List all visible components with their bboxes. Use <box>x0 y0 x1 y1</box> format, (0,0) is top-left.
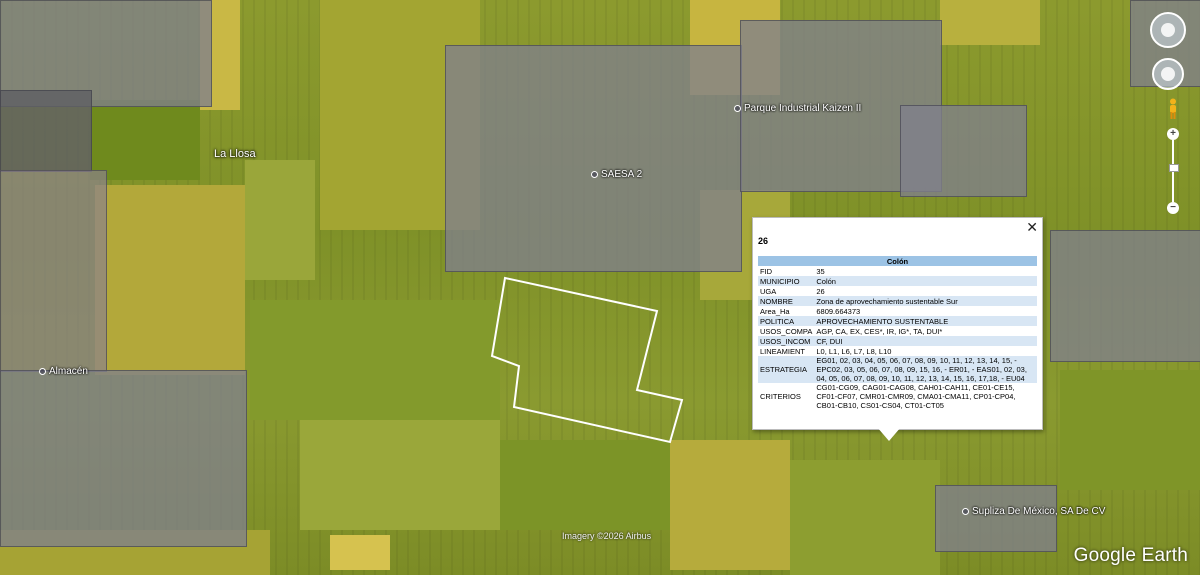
place-marker[interactable]: Almacén <box>39 366 88 377</box>
attribute-value: EG01, 02, 03, 04, 05, 06, 07, 08, 09, 10… <box>814 356 1037 383</box>
attribute-table-header: Colón <box>758 256 1037 266</box>
attribute-value: AGP, CA, EX, CES*, IR, IG*, TA, DUI* <box>814 326 1037 336</box>
attribute-table: Colón FID 35 MUNICIPIO Colón UGA 26 NOMBRE Zona… <box>758 256 1037 410</box>
attribute-row: UGA 26 <box>758 286 1037 296</box>
place-pin-icon <box>39 368 46 375</box>
attribute-key: CRITERIOS <box>758 383 815 410</box>
attribute-key: MUNICIPIO <box>758 276 815 286</box>
attribute-row: ESTRATEGIA EG01, 02, 03, 04, 05, 06, 07, … <box>758 356 1037 383</box>
attribute-row: LINEAMIENT L0, L1, L6, L7, L8, L10 <box>758 346 1037 356</box>
attribute-row: MUNICIPIO Colón <box>758 276 1037 286</box>
attribute-key: FID <box>758 266 815 276</box>
place-pin-icon <box>962 508 969 515</box>
attribute-key: Area_Ha <box>758 306 815 316</box>
look-around-icon[interactable] <box>1150 12 1186 48</box>
attribute-key: UGA <box>758 286 815 296</box>
satellite-map[interactable]: Parque Industrial Kaizen II SAESA 2 Alma… <box>0 0 1200 575</box>
place-pin-icon <box>734 105 741 112</box>
zoom-in-button[interactable]: + <box>1167 128 1179 140</box>
attribute-value: 35 <box>814 266 1037 276</box>
attribute-row: USOS_COMPA AGP, CA, EX, CES*, IR, IG*, TA… <box>758 326 1037 336</box>
attribute-key: LINEAMIENT <box>758 346 815 356</box>
attribute-row: FID 35 <box>758 266 1037 276</box>
attribute-row: CRITERIOS CG01-CG09, CAG01-CAG08, CAH01-C… <box>758 383 1037 410</box>
town-label: La Llosa <box>214 148 256 160</box>
attribute-key: NOMBRE <box>758 296 815 306</box>
attribute-value: APROVECHAMIENTO SUSTENTABLE <box>814 316 1037 326</box>
place-label: Parque Industrial Kaizen II <box>744 103 862 114</box>
attribute-row: NOMBRE Zona de aprovechamiento sustentabl… <box>758 296 1037 306</box>
place-label: Almacén <box>49 366 88 377</box>
attribute-table-body: FID 35 MUNICIPIO Colón UGA 26 NOMBRE Zona de ap… <box>758 266 1037 410</box>
attribute-value: Colón <box>814 276 1037 286</box>
attribute-value: Zona de aprovechamiento sustentable Sur <box>814 296 1037 306</box>
attribute-key: USOS_COMPA <box>758 326 815 336</box>
attribute-row: Area_Ha 6809.664373 <box>758 306 1037 316</box>
attribute-value: CG01-CG09, CAG01-CAG08, CAH01-CAH11, CE0… <box>814 383 1037 410</box>
attribute-key: ESTRATEGIA <box>758 356 815 383</box>
attribute-value: 6809.664373 <box>814 306 1037 316</box>
attribute-value: 26 <box>814 286 1037 296</box>
info-balloon: ✕ 26 Colón FID 35 MUNICIPIO Colón UGA 26 NOMBR… <box>752 217 1043 430</box>
place-label: SAESA 2 <box>601 169 643 180</box>
attribute-value: L0, L1, L6, L7, L8, L10 <box>814 346 1037 356</box>
attribute-key: POLITICA <box>758 316 815 326</box>
place-label: Supliza De México, SA De CV <box>972 506 1106 517</box>
place-pin-icon <box>591 171 598 178</box>
place-marker[interactable]: SAESA 2 <box>591 169 642 180</box>
move-icon[interactable] <box>1152 58 1184 90</box>
zoom-thumb[interactable] <box>1169 164 1179 172</box>
attribute-key: USOS_INCOM <box>758 336 815 346</box>
place-marker[interactable]: Parque Industrial Kaizen II <box>734 103 861 114</box>
imagery-credit: Imagery ©2026 Airbus <box>562 531 652 541</box>
zoom-out-button[interactable]: − <box>1167 202 1179 214</box>
place-marker[interactable]: Supliza De México, SA De CV <box>962 506 1105 517</box>
street-view-pegman-icon[interactable] <box>1167 98 1179 120</box>
balloon-title: 26 <box>758 236 769 246</box>
zoom-slider[interactable]: + − <box>1167 128 1179 214</box>
attribute-row: USOS_INCOM CF, DUI <box>758 336 1037 346</box>
attribute-value: CF, DUI <box>814 336 1037 346</box>
attribute-row: POLITICA APROVECHAMIENTO SUSTENTABLE <box>758 316 1037 326</box>
look-around-center <box>1161 23 1175 37</box>
balloon-tail <box>877 427 901 441</box>
close-icon[interactable]: ✕ <box>1026 220 1038 236</box>
google-earth-logo: Google Earth <box>1073 545 1188 566</box>
move-center <box>1161 67 1175 81</box>
